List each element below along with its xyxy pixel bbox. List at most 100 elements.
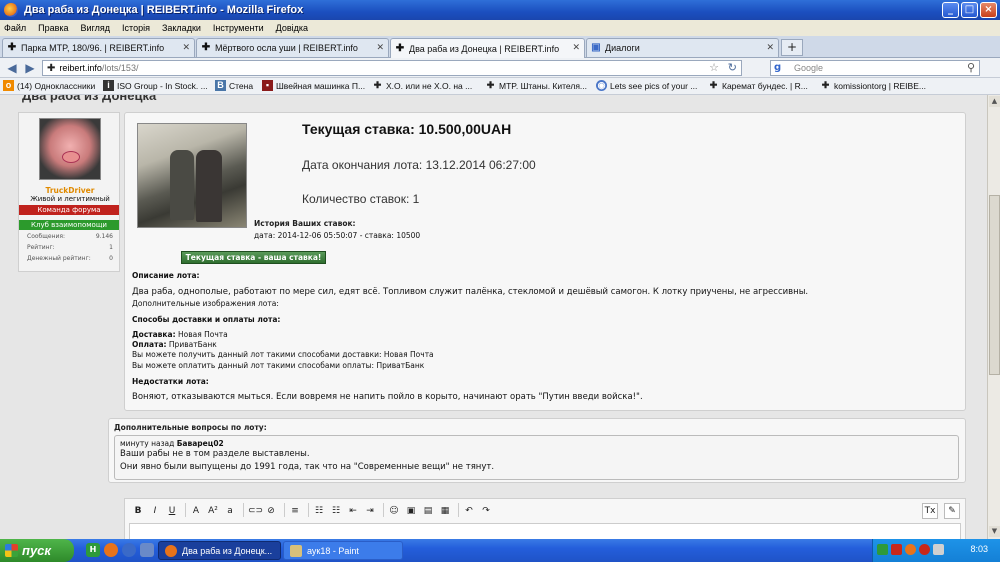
bookmark-lets-see[interactable]: ◉ Lets see pics of your ... (596, 80, 697, 91)
bookmark-iso-group[interactable]: i ISO Group - In Stock. ... (103, 80, 208, 91)
user-stat-money-rating: Денежный рейтинг: 0 (27, 255, 113, 262)
reibert-favicon-icon: ✚ (201, 42, 211, 53)
tab-parka[interactable]: ✚ Парка MTP, 180/96. | REIBERT.info ✕ (2, 38, 195, 57)
search-icon[interactable]: ⚲ (967, 61, 975, 74)
bookmark-stena[interactable]: В Стена (215, 80, 253, 91)
url-bar[interactable]: ✚ reibert.info/lots/153/ ☆ ↻ (42, 60, 742, 76)
menu-file[interactable]: Файл (4, 23, 26, 33)
forward-button[interactable]: ▶ (22, 60, 38, 76)
tab-close-icon[interactable]: ✕ (182, 42, 190, 53)
numbered-list-button[interactable]: ☷ (329, 503, 343, 517)
back-button[interactable]: ◀ (4, 60, 20, 76)
media-button[interactable]: ▤ (421, 503, 435, 517)
tab-close-icon[interactable]: ✕ (376, 42, 384, 53)
quicklaunch-app-icon[interactable]: H (86, 543, 100, 557)
tray-pdf-icon[interactable] (891, 544, 902, 555)
odnoklassniki-icon: о (3, 80, 14, 91)
redo-button[interactable]: ↷ (479, 503, 493, 517)
maximize-button[interactable]: □ (961, 2, 978, 18)
toggle-mode-button[interactable]: ✎ (944, 503, 960, 519)
menu-help[interactable]: Довідка (276, 23, 308, 33)
reply-editor: B I U A A² a ⊂⊃ ⊘ ≡ ☷ ☷ ⇤ ⇥ ☺ ▣ ▤ ▦ ↶ ↷ … (124, 498, 966, 539)
taskbar-firefox-window[interactable]: Два раба из Донецк... (158, 541, 281, 560)
link-button[interactable]: ⊂⊃ (247, 503, 263, 517)
bookmark-komissiontorg[interactable]: ✚ komissiontorg | REIBE... (820, 80, 926, 91)
windows-logo-icon (5, 544, 18, 557)
tray-network-icon[interactable] (877, 544, 888, 555)
tab-dva-raba[interactable]: ✚ Два раба из Донецка | REIBERT.info ✕ (390, 38, 585, 58)
bookmark-karemat[interactable]: ✚ Каремат бундес. | R... (708, 80, 808, 91)
avatar[interactable] (39, 118, 101, 180)
search-placeholder: Google (794, 63, 824, 73)
firefox-quicklaunch-icon[interactable] (104, 543, 118, 557)
tray-app-icon[interactable] (905, 544, 916, 555)
new-tab-button[interactable]: + (781, 39, 803, 56)
align-button[interactable]: ≡ (288, 503, 302, 517)
taskbar-paint-window[interactable]: аук18 - Paint (283, 541, 403, 560)
close-button[interactable]: × (980, 2, 997, 18)
reply-textarea[interactable] (129, 523, 961, 539)
font-family-button[interactable]: a (223, 503, 237, 517)
show-desktop-icon[interactable] (140, 543, 154, 557)
user-title: Живой и легитимный (30, 195, 110, 203)
insert-button[interactable]: ▦ (438, 503, 452, 517)
question-author-link[interactable]: Баварец02 (177, 439, 224, 448)
bullet-list-button[interactable]: ☷ (312, 503, 326, 517)
unlink-button[interactable]: ⊘ (264, 503, 278, 517)
menu-tools[interactable]: Інструменти (213, 23, 264, 33)
lot-end-date: Дата окончания лота: 13.12.2014 06:27:00 (302, 158, 536, 172)
minimize-button[interactable]: _ (942, 2, 959, 18)
defects-title: Недостатки лота: (132, 377, 209, 386)
delivery-line: Доставка: Новая Почта (132, 330, 228, 339)
remove-format-button[interactable]: Tx (922, 503, 938, 519)
tab-close-icon[interactable]: ✕ (766, 42, 774, 53)
lot-photo[interactable] (137, 123, 247, 228)
start-button[interactable]: пуск (0, 539, 74, 562)
google-icon[interactable]: g (774, 62, 786, 74)
tab-osla[interactable]: ✚ Мёртвого осла уши | REIBERT.info ✕ (196, 38, 389, 57)
reload-icon[interactable]: ↻ (728, 61, 737, 74)
bookmark-star-icon[interactable]: ☆ (709, 61, 719, 74)
tray-opera-icon[interactable] (919, 544, 930, 555)
menu-edit[interactable]: Правка (38, 23, 68, 33)
iso-icon: i (103, 80, 114, 91)
search-box[interactable]: g Google ⚲ (770, 60, 980, 76)
window-title: Два раба из Донецка | REIBERT.info - Moz… (24, 4, 304, 16)
indent-button[interactable]: ⇥ (363, 503, 377, 517)
defects-text: Воняют, отказываются мыться. Если воврем… (132, 392, 643, 402)
questions-title: Дополнительные вопросы по лоту: (114, 423, 267, 432)
menu-history[interactable]: Історія (122, 23, 150, 33)
site-identity-icon[interactable]: ✚ (47, 63, 55, 74)
tab-dialogi[interactable]: ▣ Диалоги ✕ (586, 38, 779, 57)
clock[interactable]: 8:03 (970, 544, 988, 554)
tab-bar: ✚ Парка MTP, 180/96. | REIBERT.info ✕ ✚ … (0, 36, 1000, 58)
page-scrollbar[interactable]: ▲ ▼ (987, 95, 1000, 539)
scroll-thumb[interactable] (989, 195, 1000, 375)
bold-button[interactable]: B (131, 503, 145, 517)
tab-label: Мёртвого осла уши | REIBERT.info (215, 43, 358, 53)
window-titlebar[interactable]: Два раба из Донецка | REIBERT.info - Moz… (0, 0, 1000, 20)
username-link[interactable]: TruckDriver (19, 186, 121, 195)
bookmark-sewing[interactable]: ▪ Швейная машинка П... (262, 80, 365, 91)
bookmark-odnoklassniki[interactable]: о (14) Одноклассники (3, 80, 95, 91)
image-button[interactable]: ▣ (404, 503, 418, 517)
tray-shield-icon[interactable] (933, 544, 944, 555)
browser-quicklaunch-icon[interactable] (122, 543, 136, 557)
system-tray: 8:03 (872, 539, 1000, 562)
undo-button[interactable]: ↶ (462, 503, 476, 517)
underline-button[interactable]: U (165, 503, 179, 517)
scroll-up-icon[interactable]: ▲ (989, 96, 1000, 107)
italic-button[interactable]: I (148, 503, 162, 517)
menu-bookmarks[interactable]: Закладки (162, 23, 201, 33)
bookmark-xo[interactable]: ✚ Х.О. или не Х.О. на ... (372, 80, 472, 91)
smiley-button[interactable]: ☺ (387, 503, 401, 517)
tab-close-icon[interactable]: ✕ (572, 42, 580, 53)
firefox-icon (4, 3, 18, 17)
font-size-button[interactable]: A² (206, 503, 220, 517)
outdent-button[interactable]: ⇤ (346, 503, 360, 517)
menu-view[interactable]: Вигляд (81, 23, 111, 33)
bookmark-mtp[interactable]: ✚ MTP. Штаны. Кителя... (485, 80, 587, 91)
scroll-down-icon[interactable]: ▼ (989, 526, 1000, 537)
current-bid-button[interactable]: Текущая ставка - ваша ставка! (181, 251, 326, 264)
font-color-button[interactable]: A (189, 503, 203, 517)
